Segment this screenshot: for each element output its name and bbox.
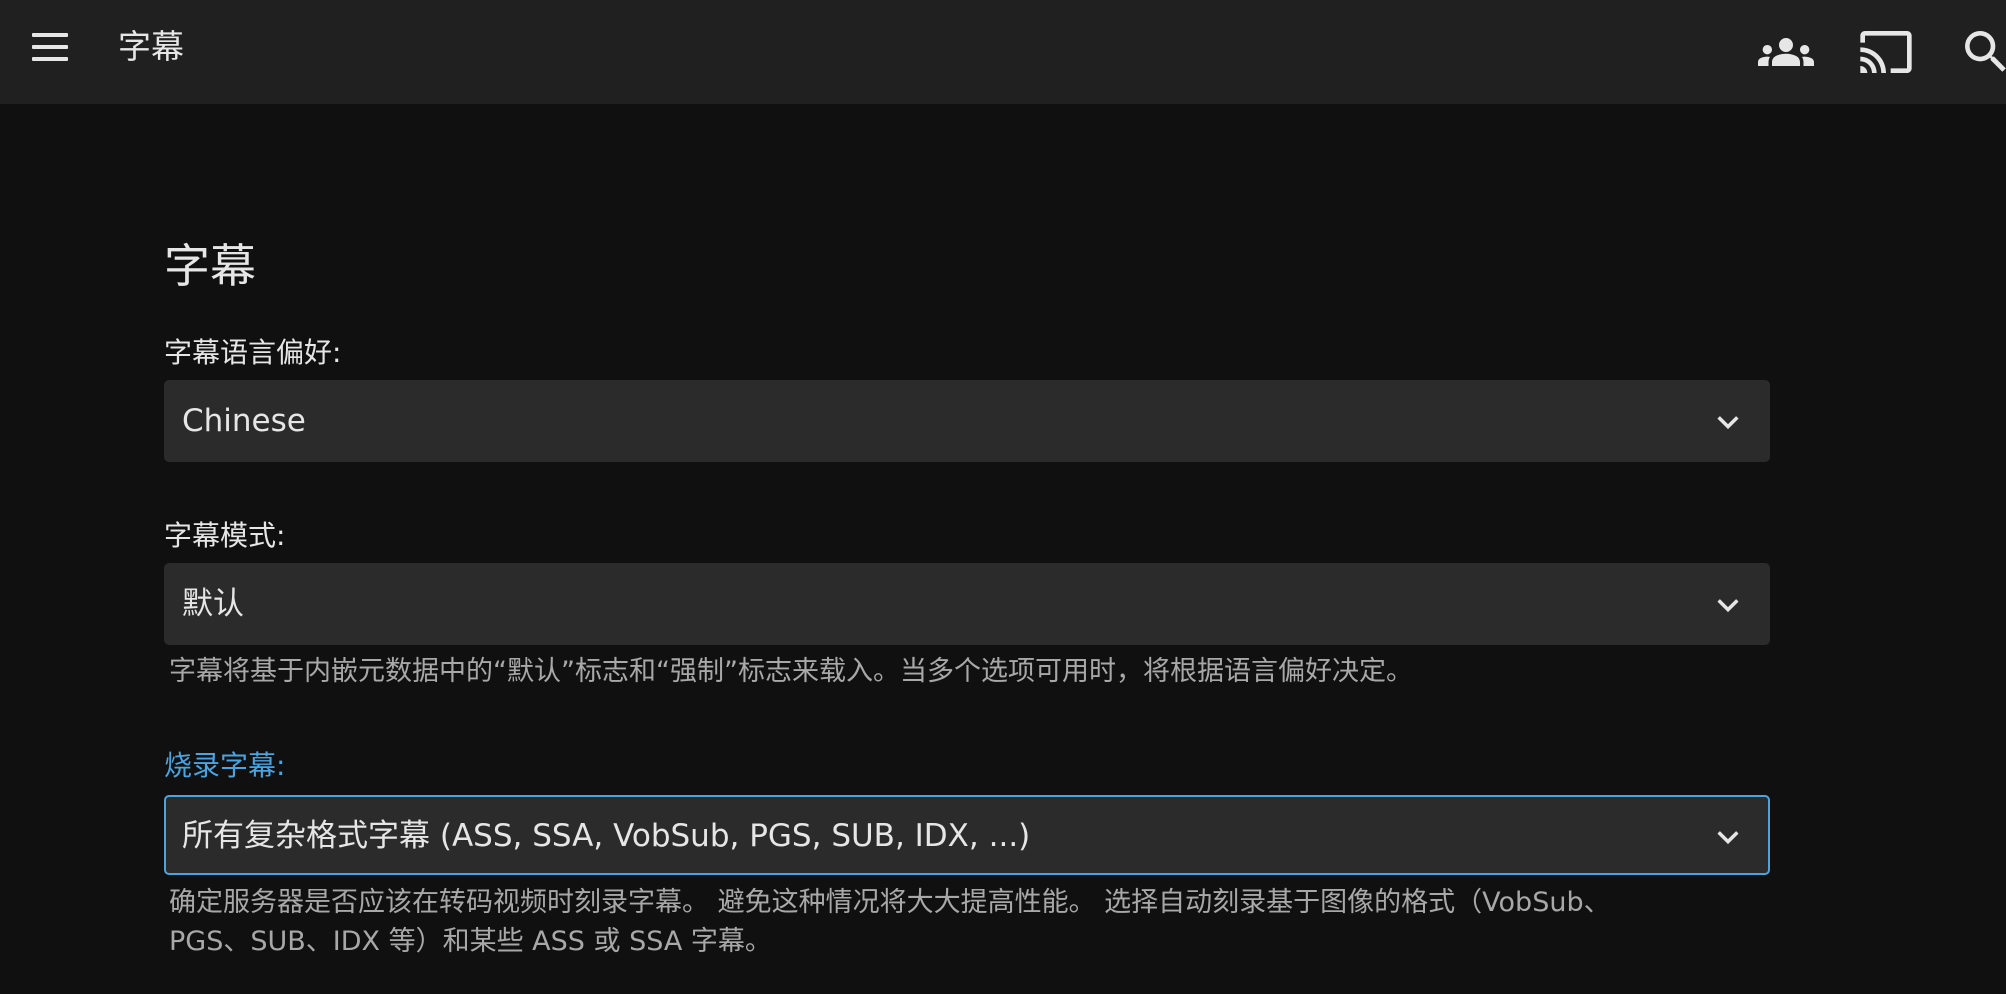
burn-select-value: 所有复杂格式字幕 (ASS, SSA, VobSub, PGS, SUB, ID… bbox=[182, 818, 1031, 854]
language-select[interactable]: Chinese bbox=[164, 380, 1770, 462]
section-title: 字幕 bbox=[164, 239, 256, 293]
menu-icon[interactable] bbox=[30, 30, 70, 64]
mode-select-value: 默认 bbox=[182, 586, 244, 622]
page-title: 字幕 bbox=[118, 27, 184, 66]
chevron-down-icon bbox=[1714, 408, 1742, 436]
burn-select[interactable]: 所有复杂格式字幕 (ASS, SSA, VobSub, PGS, SUB, ID… bbox=[164, 795, 1770, 875]
burn-help-text: 确定服务器是否应该在转码视频时刻录字幕。 避免这种情况将大大提高性能。 选择自动… bbox=[169, 883, 1769, 961]
burn-label: 烧录字幕: bbox=[164, 749, 286, 782]
burn-help-line-1: 确定服务器是否应该在转码视频时刻录字幕。 避免这种情况将大大提高性能。 选择自动… bbox=[169, 887, 1611, 918]
mode-select[interactable]: 默认 bbox=[164, 563, 1770, 645]
language-select-value: Chinese bbox=[182, 403, 306, 439]
users-icon[interactable] bbox=[1758, 24, 1814, 80]
top-bar: 字幕 bbox=[0, 0, 2006, 104]
language-label: 字幕语言偏好: bbox=[164, 336, 342, 369]
cast-icon[interactable] bbox=[1858, 24, 1914, 80]
mode-help-text: 字幕将基于内嵌元数据中的“默认”标志和“强制”标志来载入。当多个选项可用时，将根… bbox=[169, 656, 1413, 687]
burn-help-line-2: PGS、SUB、IDX 等）和某些 ASS 或 SSA 字幕。 bbox=[169, 926, 772, 957]
search-icon[interactable] bbox=[1958, 24, 2006, 80]
chevron-down-icon bbox=[1714, 823, 1742, 851]
chevron-down-icon bbox=[1714, 591, 1742, 619]
mode-label: 字幕模式: bbox=[164, 519, 286, 552]
